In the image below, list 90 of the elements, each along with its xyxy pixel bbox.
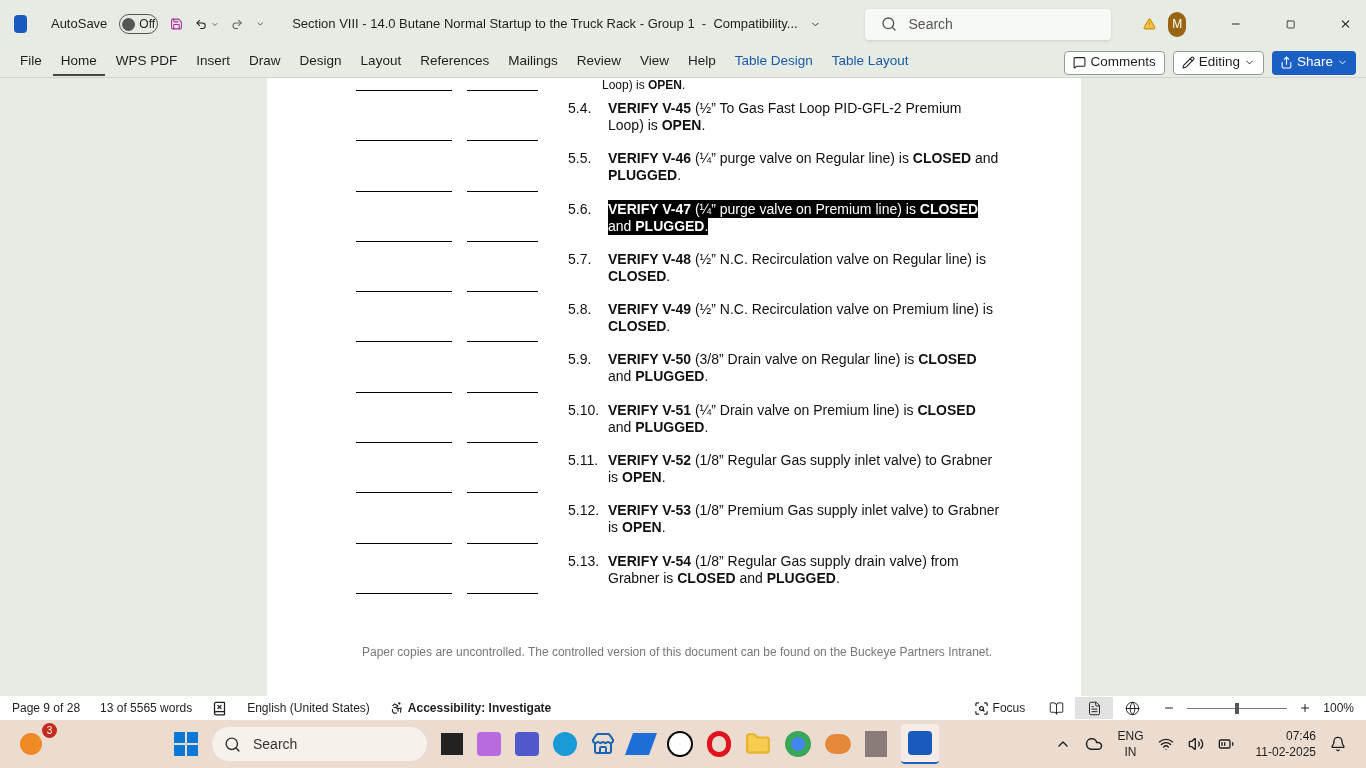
input-language[interactable]: ENG IN	[1117, 728, 1144, 760]
step-text[interactable]: VERIFY V-49 (½” N.C. Recirculation valve on Premium line) is CLOSED.	[608, 301, 1000, 336]
document-title: Section VIII - 14.0 Butane Normal Startup to the Truck Rack - Group 1 - Compatibility...	[292, 15, 798, 34]
maximize-icon[interactable]	[1285, 17, 1296, 31]
step-text[interactable]: VERIFY V-52 (1/8” Regular Gas supply inlet valve) to Grabner is OPEN.	[608, 452, 1000, 487]
signature-line	[467, 592, 538, 594]
wifi-icon[interactable]	[1157, 736, 1174, 752]
document-footer: Paper copies are uncontrolled. The controlled version of this document can be found on the Buckeye Partners Intranet.	[362, 643, 1081, 661]
pencil-icon	[1181, 56, 1195, 69]
ribbon-tab[interactable]: Home	[52, 49, 105, 76]
step-number: 5.11.	[568, 452, 600, 471]
volume-icon[interactable]	[1187, 736, 1204, 752]
step-text[interactable]: VERIFY V-46 (¼” purge valve on Regular line) is CLOSED and PLUGGED.	[608, 150, 1000, 185]
language-status[interactable]: English (United States)	[247, 699, 370, 717]
ribbon-tab[interactable]: Review	[568, 49, 629, 76]
signature-line	[467, 391, 538, 393]
save-icon[interactable]	[170, 15, 184, 33]
ribbon-tab[interactable]: Mailings	[500, 49, 566, 76]
step-number: 5.12.	[568, 502, 601, 521]
store-icon[interactable]	[591, 732, 615, 756]
autosave-label: AutoSave	[50, 15, 108, 34]
step-number: 5.6.	[568, 200, 593, 219]
browser-icon[interactable]	[785, 731, 811, 757]
print-view-button[interactable]	[1075, 697, 1114, 719]
signature-line	[467, 90, 538, 91]
share-icon	[1279, 56, 1293, 69]
notification-icon[interactable]	[1330, 736, 1346, 752]
signature-line	[467, 140, 538, 142]
signature-line	[467, 291, 538, 293]
search-field[interactable]: Search	[864, 8, 1112, 40]
print-view-icon	[1086, 700, 1102, 716]
search-icon	[224, 735, 241, 753]
accessibility-icon	[389, 701, 404, 715]
warning-icon[interactable]	[1143, 15, 1157, 33]
step-text[interactable]: VERIFY V-54 (1/8” Regular Gas supply drain valve) from Grabner is CLOSED and PLUGGED.	[608, 552, 1000, 587]
cloud-sync-icon[interactable]	[1085, 735, 1104, 753]
signature-line	[467, 341, 538, 343]
search-icon	[880, 16, 897, 32]
start-button[interactable]	[174, 732, 198, 756]
ribbon-tab[interactable]: Layout	[352, 49, 410, 76]
clock[interactable]: 07:46 11-02-2025	[1255, 728, 1316, 760]
zoom-in-icon[interactable]	[1299, 702, 1312, 714]
step-text[interactable]: VERIFY V-51 (¼” Drain valve on Premium line) is CLOSED and PLUGGED.	[608, 401, 1000, 436]
step-number: 5.4.	[568, 100, 593, 118]
step-text: Loop) is OPEN.	[602, 78, 686, 93]
ribbon-tab[interactable]: Table Design	[726, 49, 821, 76]
comment-icon	[1073, 56, 1087, 69]
step-number: 5.10.	[568, 401, 601, 420]
share-button[interactable]: Share	[1271, 50, 1356, 75]
signature-line	[467, 190, 538, 192]
zoom-percent[interactable]: 100%	[1323, 699, 1354, 717]
notification-badge: 3	[42, 723, 57, 738]
signature-line	[467, 542, 538, 544]
battery-icon[interactable]	[1217, 736, 1234, 752]
signature-line	[467, 442, 538, 444]
ribbon-tab[interactable]: Insert	[188, 49, 239, 76]
accessibility-button[interactable]: Accessibility: Investigate	[389, 699, 552, 717]
zoom-slider-thumb[interactable]	[1235, 702, 1240, 714]
ribbon-tab[interactable]: Table Layout	[823, 49, 917, 76]
step-number: 5.9.	[568, 351, 593, 370]
app-icon[interactable]	[667, 731, 693, 757]
step-text[interactable]: VERIFY V-53 (1/8” Premium Gas supply inlet valve) to Grabner is OPEN.	[608, 502, 1000, 537]
zoom-slider[interactable]	[1187, 702, 1288, 714]
ribbon-tab[interactable]: View	[632, 49, 678, 76]
step-text[interactable]: VERIFY V-45 (½” To Gas Fast Loop PID-GFL-2 Premium Loop) is OPEN.	[608, 100, 1000, 134]
proofing-icon[interactable]	[212, 700, 228, 716]
read-view-icon	[1048, 700, 1064, 716]
step-text[interactable]: VERIFY V-48 (½” N.C. Recirculation valve on Regular line) is CLOSED.	[608, 250, 1000, 285]
step-text[interactable]: VERIFY V-50 (3/8” Drain valve on Regular line) is CLOSED and PLUGGED.	[608, 351, 1000, 386]
taskbar-search-field[interactable]: Search	[212, 727, 427, 761]
step-number: 5.8.	[568, 301, 593, 320]
ribbon-tab[interactable]: File	[12, 49, 50, 76]
web-view-icon	[1124, 700, 1140, 716]
word-count[interactable]: 13 of 5565 words	[100, 699, 193, 717]
signature-line	[467, 240, 538, 242]
page-count[interactable]: Page 9 of 28	[12, 699, 81, 717]
comments-button[interactable]: Comments	[1064, 50, 1165, 75]
ribbon-tab[interactable]: WPS PDF	[107, 49, 186, 76]
step-number: 5.13.	[568, 552, 601, 571]
ribbon-tab[interactable]: Design	[291, 49, 350, 76]
step-number: 5.5.	[568, 150, 593, 169]
signature-line	[467, 492, 538, 494]
ribbon-tab[interactable]: Help	[680, 49, 724, 76]
ribbon-tab[interactable]: References	[412, 49, 498, 76]
editing-button[interactable]: Editing	[1172, 50, 1264, 75]
step-number: 5.7.	[568, 250, 593, 269]
ribbon-tab[interactable]: Draw	[241, 49, 289, 76]
user-avatar[interactable]: M	[1168, 11, 1187, 37]
focus-button[interactable]: Focus	[973, 699, 1026, 717]
focus-icon	[973, 700, 989, 716]
